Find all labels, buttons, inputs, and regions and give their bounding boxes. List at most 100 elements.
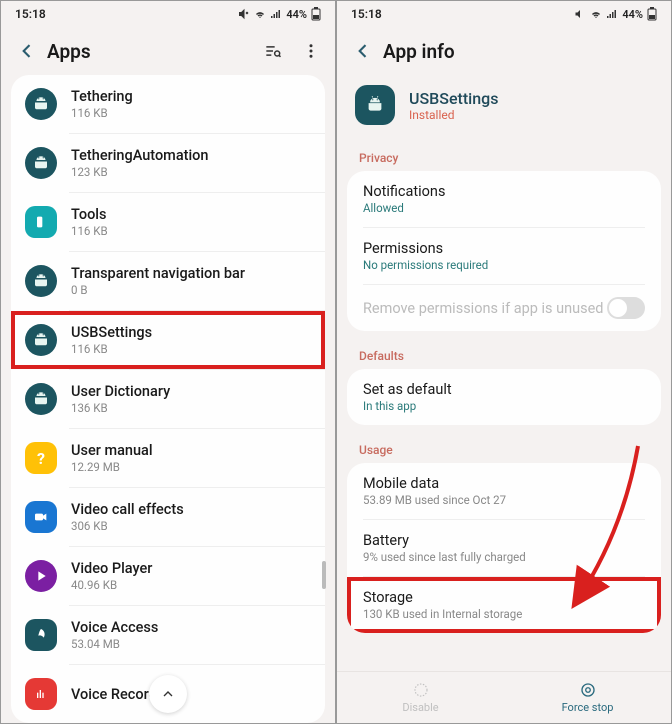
row-sub: In this app [363,399,645,413]
mute-icon [574,8,586,20]
app-name: User Dictionary [71,383,311,400]
row-title: Permissions [363,240,645,257]
button-label: Force stop [562,701,614,714]
row-notifications[interactable]: Notifications Allowed [347,171,661,227]
row-battery[interactable]: Battery 9% used since last fully charged [347,520,661,576]
page-title: App info [383,40,663,63]
force-stop-button[interactable]: Force stop [504,672,671,723]
section-label-privacy: Privacy [337,143,671,171]
app-name: USBSettings [71,324,311,341]
row-title: Mobile data [363,475,645,492]
status-battery: 44% [286,8,307,21]
app-icon [25,265,57,297]
row-title: Set as default [363,381,645,398]
page-title: Apps [47,40,257,63]
row-sub: 9% used since last fully charged [363,550,645,564]
wifi-icon [254,8,266,20]
row-permissions[interactable]: Permissions No permissions required [347,228,661,284]
chevron-left-icon [17,41,37,61]
app-icon [25,147,57,179]
row-title: Remove permissions if app is unused [363,300,603,317]
app-row[interactable]: Tools116 KB [11,193,325,251]
phone-app-info: 15:18 44% App info USBSettings Installed [336,0,672,724]
privacy-card: Notifications Allowed Permissions No per… [347,171,661,331]
app-icon [25,560,57,592]
header: App info [337,27,671,75]
defaults-card: Set as default In this app [347,369,661,425]
app-size: 136 KB [71,401,311,415]
app-name: USBSettings [409,89,498,108]
app-name: Voice Access [71,619,311,636]
row-remove-permissions: Remove permissions if app is unused [347,285,661,331]
signal-icon [270,8,282,20]
search-filter-icon [263,41,283,61]
app-row[interactable]: Transparent navigation bar0 B [11,252,325,310]
app-icon [25,501,57,533]
app-name: TetheringAutomation [71,147,311,164]
row-mobile-data[interactable]: Mobile data 53.89 MB used since Oct 27 [347,463,661,519]
search-filter-button[interactable] [257,35,289,67]
app-icon [25,88,57,120]
back-button[interactable] [345,33,381,69]
app-row[interactable]: Video call effects306 KB [11,488,325,546]
row-set-default[interactable]: Set as default In this app [347,369,661,425]
chevron-up-icon [160,686,176,702]
status-time: 15:18 [15,7,46,21]
app-icon [25,678,57,710]
statusbar: 15:18 44% [1,1,335,27]
app-row[interactable]: ?User manual12.29 MB [11,429,325,487]
app-icon [25,206,57,238]
scroll-thumb[interactable] [322,561,326,589]
scroll-top-button[interactable] [149,675,187,713]
app-icon: ? [25,442,57,474]
app-icon [25,619,57,651]
app-size: 306 KB [71,519,311,533]
section-label-usage: Usage [337,435,671,463]
status-battery: 44% [622,8,643,21]
more-icon [302,42,320,60]
app-icon [25,383,57,415]
app-size: 40.96 KB [71,578,311,592]
app-row[interactable]: Voice Access53.04 MB [11,606,325,664]
app-size: 12.29 MB [71,460,311,474]
row-sub: Allowed [363,201,645,215]
wifi-icon [590,8,602,20]
app-row[interactable]: User Dictionary136 KB [11,370,325,428]
row-storage[interactable]: Storage 130 KB used in Internal storage [347,577,661,633]
row-title: Storage [363,589,645,606]
app-name: Voice Recorder [71,686,311,703]
usage-card: Mobile data 53.89 MB used since Oct 27 B… [347,463,661,633]
app-row[interactable]: TetheringAutomation123 KB [11,134,325,192]
phone-apps-list: 15:18 44% Apps Tethe [0,0,336,724]
app-row[interactable]: USBSettings116 KB [11,311,325,369]
disable-icon [412,681,430,699]
back-button[interactable] [9,33,45,69]
chevron-left-icon [353,41,373,61]
row-sub: No permissions required [363,258,645,272]
force-stop-icon [579,681,597,699]
app-size: 53.04 MB [71,637,311,651]
app-name: Video call effects [71,501,311,518]
disable-button: Disable [337,672,504,723]
app-row[interactable]: Tethering116 KB [11,75,325,133]
more-button[interactable] [295,35,327,67]
signal-icon [606,8,618,20]
row-title: Battery [363,532,645,549]
header: Apps [1,27,335,75]
button-label: Disable [402,701,438,714]
battery-icon [647,7,657,21]
android-icon [366,96,384,114]
app-row[interactable]: Video Player40.96 KB [11,547,325,605]
status-right: 44% [574,7,657,21]
battery-icon [311,7,321,21]
bottom-bar: Disable Force stop [337,671,671,723]
toggle-switch[interactable] [607,297,645,319]
app-name: Tethering [71,88,311,105]
status-time: 15:18 [351,7,382,21]
section-label-defaults: Defaults [337,341,671,369]
app-name: Video Player [71,560,311,577]
app-size: 116 KB [71,106,311,120]
app-size: 116 KB [71,224,311,238]
apps-list: Tethering116 KBTetheringAutomation123 KB… [11,75,325,723]
app-size: 0 B [71,283,311,297]
